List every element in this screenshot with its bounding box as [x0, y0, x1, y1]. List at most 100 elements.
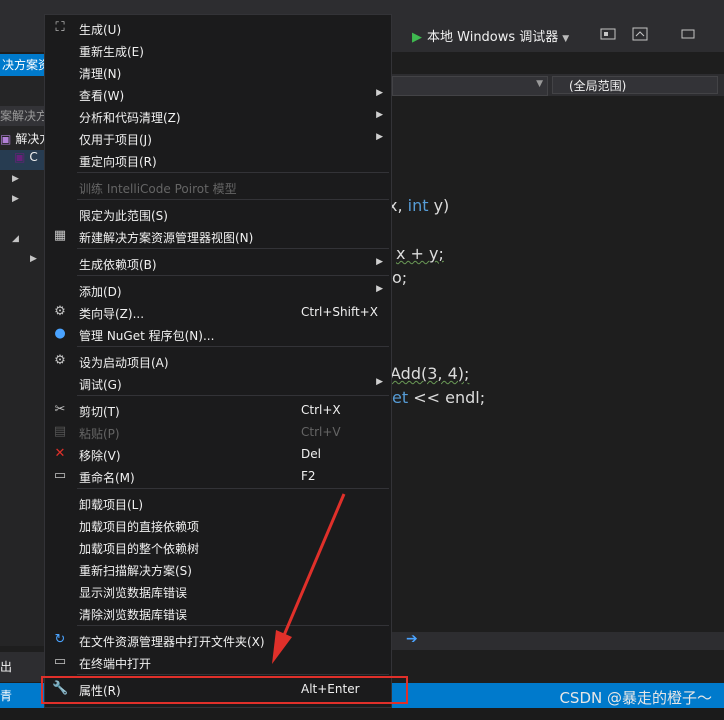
- menu-item-label: 添加(D): [79, 285, 122, 299]
- menu-separator: [77, 199, 389, 200]
- submenu-arrow-icon: ▶: [376, 377, 383, 387]
- sig-text2: y): [428, 196, 450, 215]
- solution-explorer-search[interactable]: 案解决方: [0, 106, 46, 126]
- menu-item-label: 重新扫描解决方案(S): [79, 564, 192, 578]
- menu-item-shortcut: Ctrl+Shift+X: [301, 305, 378, 319]
- remove-icon: ✕: [54, 446, 66, 461]
- menu-item-8[interactable]: 限定为此范围(S): [45, 203, 391, 225]
- code-line-return: x + y;: [396, 244, 444, 263]
- menu-item-label: 限定为此范围(S): [79, 209, 168, 223]
- menu-item-15[interactable]: 调试(G) ▶: [45, 372, 391, 394]
- solution-node[interactable]: ▣ 解决方: [0, 130, 46, 150]
- menu-item-11[interactable]: 添加(D) ▶: [45, 279, 391, 301]
- menu-item-label: 重定向项目(R): [79, 155, 157, 169]
- tree-item[interactable]: ▶: [0, 250, 46, 270]
- menu-item-10[interactable]: 生成依赖项(B) ▶: [45, 252, 391, 274]
- menu-item-21[interactable]: 加载项目的直接依赖项: [45, 514, 391, 536]
- menu-item-6[interactable]: 重定向项目(R): [45, 149, 391, 171]
- menu-item-label: 生成依赖项(B): [79, 258, 157, 272]
- submenu-arrow-icon: ▶: [376, 110, 383, 120]
- chevron-down-icon: ▼: [536, 79, 543, 89]
- tree-item[interactable]: ▶: [0, 190, 46, 210]
- menu-item-label: 剪切(T): [79, 405, 120, 419]
- menu-item-25[interactable]: 清除浏览数据库错误: [45, 602, 391, 624]
- build-icon: ⛶: [55, 20, 65, 35]
- code-editor[interactable]: x, int y) x + y; o; Add(3, 4); et << end…: [388, 96, 724, 636]
- menu-item-5[interactable]: 仅用于项目(J) ▶: [45, 127, 391, 149]
- menu-item-22[interactable]: 加载项目的整个依赖树: [45, 536, 391, 558]
- menu-item-label: 加载项目的直接依赖项: [79, 520, 200, 534]
- menu-item-label: 调试(G): [79, 378, 122, 392]
- run-label: 本地 Windows 调试器: [427, 30, 559, 45]
- menu-item-label: 分析和代码清理(Z): [79, 111, 181, 125]
- code-line-signature: x, int y): [388, 196, 449, 215]
- taskbar: [0, 708, 724, 720]
- cout-rest: << endl;: [408, 388, 486, 407]
- code-line-call: Add(3, 4);: [390, 364, 470, 383]
- project-dropdown[interactable]: ▼: [392, 76, 548, 96]
- toolbar-window-icon[interactable]: [632, 26, 648, 42]
- solution-node-label: 解决方: [15, 132, 46, 146]
- menu-item-label: 类向导(Z)...: [79, 307, 145, 321]
- menu-item-7: 训练 IntelliCode Poirot 模型: [45, 176, 391, 198]
- scope-dropdown[interactable]: (全局范围): [552, 76, 718, 94]
- solution-explorer-tab[interactable]: 决方案资: [0, 54, 48, 76]
- menu-separator: [77, 395, 389, 396]
- menu-item-23[interactable]: 重新扫描解决方案(S): [45, 558, 391, 580]
- paste-icon: ▤: [53, 424, 67, 439]
- menu-item-label: 训练 IntelliCode Poirot 模型: [79, 182, 237, 196]
- solution-explorer-panel: 案解决方 ▣ 解决方 ▣ C ▶ ▶ ◢ ▶: [0, 76, 46, 646]
- menu-item-3[interactable]: 查看(W) ▶: [45, 83, 391, 105]
- menu-item-shortcut: Ctrl+V: [301, 425, 341, 439]
- menu-item-4[interactable]: 分析和代码清理(Z) ▶: [45, 105, 391, 127]
- submenu-arrow-icon: ▶: [376, 132, 383, 142]
- menu-item-label: 查看(W): [79, 89, 125, 103]
- menu-item-label: 卸载项目(L): [79, 498, 144, 512]
- menu-item-0[interactable]: ⛶ 生成(U): [45, 17, 391, 39]
- submenu-arrow-icon: ▶: [376, 257, 383, 267]
- menu-separator: [77, 346, 389, 347]
- menu-item-20[interactable]: 卸载项目(L): [45, 492, 391, 514]
- menu-separator: [77, 248, 389, 249]
- menu-item-label: 在终端中打开: [79, 657, 152, 671]
- menu-item-12[interactable]: ⚙ 类向导(Z)... Ctrl+Shift+X: [45, 301, 391, 323]
- chevron-down-icon[interactable]: ▼: [562, 34, 569, 44]
- menu-item-27[interactable]: ▭ 在终端中打开: [45, 651, 391, 673]
- status-text: 青: [0, 689, 13, 703]
- menu-item-label: 清除浏览数据库错误: [79, 608, 188, 622]
- menu-item-28[interactable]: 🔧 属性(R) Alt+Enter: [45, 678, 391, 700]
- menu-item-24[interactable]: 显示浏览数据库错误: [45, 580, 391, 602]
- class-wizard-icon: ⚙: [54, 304, 66, 319]
- cout-keyword: et: [392, 388, 409, 407]
- menu-item-18[interactable]: ✕ 移除(V) Del: [45, 443, 391, 465]
- menu-item-9[interactable]: ▦ 新建解决方案资源管理器视图(N): [45, 225, 391, 247]
- arrow-right-icon[interactable]: ➔: [406, 631, 418, 647]
- menu-item-2[interactable]: 清理(N): [45, 61, 391, 83]
- nuget-icon: ●: [54, 326, 66, 341]
- menu-item-label: 清理(N): [79, 67, 122, 81]
- start-debugger-button[interactable]: ▶ 本地 Windows 调试器 ▼: [412, 26, 569, 45]
- menu-item-13[interactable]: ● 管理 NuGet 程序包(N)...: [45, 323, 391, 345]
- menu-item-14[interactable]: ⚙ 设为启动项目(A): [45, 350, 391, 372]
- project-node[interactable]: ▣ C: [0, 150, 46, 170]
- menu-item-label: 生成(U): [79, 23, 122, 37]
- sig-keyword: int: [407, 196, 429, 215]
- new-view-icon: ▦: [53, 228, 67, 243]
- menu-item-label: 新建解决方案资源管理器视图(N): [79, 231, 254, 245]
- menu-bar: [0, 0, 724, 10]
- tree-item[interactable]: ◢: [0, 230, 46, 250]
- menu-item-26[interactable]: ↻ 在文件资源管理器中打开文件夹(X): [45, 629, 391, 651]
- scissors-icon: ✂: [54, 402, 66, 417]
- menu-item-shortcut: Del: [301, 447, 321, 461]
- output-tab[interactable]: 出: [0, 652, 46, 682]
- menu-separator: [77, 275, 389, 276]
- menu-item-label: 移除(V): [79, 449, 121, 463]
- tree-item[interactable]: ▶: [0, 170, 46, 190]
- menu-separator: [77, 488, 389, 489]
- toolbar-extra-icon[interactable]: [680, 26, 696, 42]
- menu-item-label: 加载项目的整个依赖树: [79, 542, 200, 556]
- toolbar-tool-icon[interactable]: [600, 26, 616, 42]
- menu-item-1[interactable]: 重新生成(E): [45, 39, 391, 61]
- menu-item-19[interactable]: ▭ 重命名(M) F2: [45, 465, 391, 487]
- menu-item-16[interactable]: ✂ 剪切(T) Ctrl+X: [45, 399, 391, 421]
